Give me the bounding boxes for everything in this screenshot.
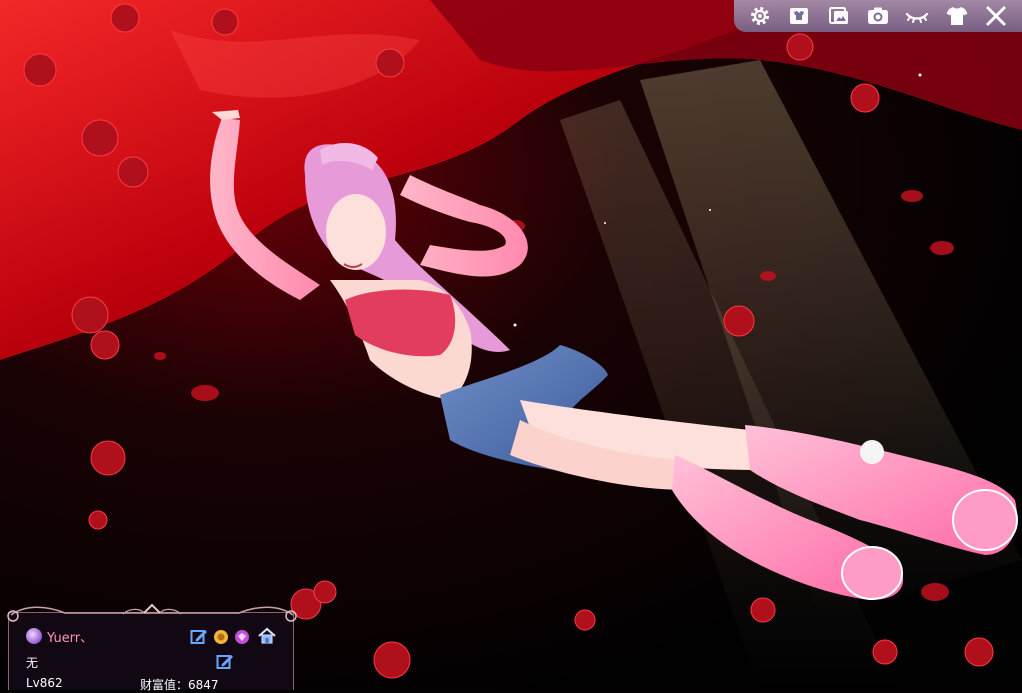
wardrobe-icon	[790, 8, 809, 24]
photo-album-button[interactable]	[824, 1, 854, 31]
gear-icon	[750, 7, 769, 25]
hide-ui-button[interactable]	[902, 1, 932, 31]
game-scene	[0, 0, 1022, 690]
outfit-button[interactable]	[942, 1, 972, 31]
home-button[interactable]	[257, 626, 277, 646]
photo-album-icon	[828, 7, 848, 24]
camera-icon	[867, 7, 888, 24]
player-profile-panel: Yuerr、 无 Lv862 财富值：6847	[7, 603, 297, 692]
guild-button[interactable]	[212, 628, 230, 646]
player-badge-icon	[26, 628, 42, 644]
eye-closed-icon	[906, 12, 929, 23]
wardrobe-button[interactable]	[784, 1, 814, 31]
top-toolbar	[734, 0, 1022, 32]
camera-button[interactable]	[863, 1, 893, 31]
close-button[interactable]	[981, 1, 1011, 31]
settings-button[interactable]	[745, 1, 775, 31]
edit-icon	[190, 630, 207, 644]
shirt-icon	[946, 7, 968, 25]
vip-button[interactable]	[233, 628, 251, 646]
edit-guild-button[interactable]	[216, 653, 234, 671]
purple-gem-icon	[235, 630, 249, 644]
close-icon	[986, 6, 1006, 26]
home-icon	[258, 627, 276, 644]
ornament-border-icon	[7, 603, 297, 622]
lion-crest-icon	[214, 630, 228, 644]
player-level: Lv862	[26, 676, 63, 690]
guild-name: 无	[26, 656, 39, 670]
player-name[interactable]: Yuerr、	[47, 627, 93, 646]
edit-icon	[216, 655, 233, 669]
wealth-value: 财富值：6847	[140, 678, 219, 692]
edit-name-button[interactable]	[190, 628, 208, 646]
